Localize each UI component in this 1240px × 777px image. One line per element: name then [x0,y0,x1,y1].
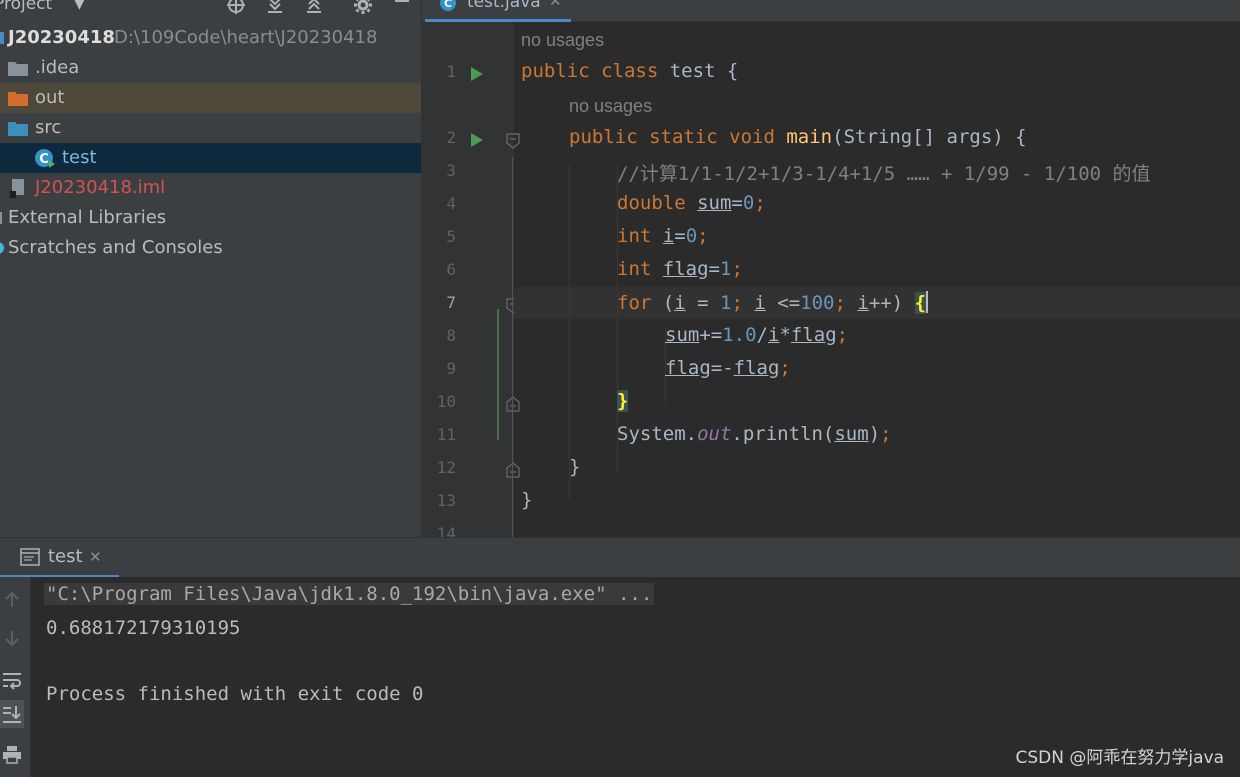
source-folder-icon [8,122,28,136]
tree-item-label: J20230418.iml [35,177,166,198]
expand-all-icon[interactable] [264,0,286,16]
code-line-2: public static void main(String[] args) { [569,126,1027,148]
print-icon [3,746,21,764]
tab-run-test[interactable]: test ✕ [0,538,119,578]
tab-test-java[interactable]: C test.java ✕ [425,0,571,22]
code-line-10: } [617,390,629,412]
console-command-line[interactable]: "C:\Program Files\Java\jdk1.8.0_192\bin\… [44,583,655,605]
tree-item-src[interactable]: src [0,113,421,143]
java-class-icon: C [35,149,55,168]
tree-item-out[interactable]: out [0,83,421,113]
gear-icon[interactable] [352,0,374,16]
tree-item-external-libraries[interactable]: External Libraries [0,203,421,233]
code-line-8: sum+=1.0/i*flag; [665,324,849,346]
console-output-line: 0.688172179310195 [46,617,241,639]
line-number: 3 [446,161,456,180]
svg-text:C: C [444,0,452,10]
tree-item-label: src [35,117,62,138]
code-editor: C test.java ✕ 1 2 3 4 5 6 7 8 9 10 11 12… [421,0,1240,537]
usage-hint[interactable]: no usages [569,96,652,117]
svg-text:C: C [39,152,49,167]
chevron-down-icon[interactable]: ▼ [74,0,85,12]
line-number: 10 [436,392,456,411]
csdn-watermark: CSDN @阿乖在努力学java [1015,748,1225,768]
code-line-4: double sum=0; [617,192,766,214]
soft-wrap-icon [3,673,21,690]
line-number: 12 [436,458,456,477]
console-icon [20,548,40,566]
run-gutter-icon[interactable] [470,132,484,148]
code-line-6: int flag=1; [617,258,743,280]
line-number: 14 [436,524,456,537]
code-line-11: System.out.println(sum); [617,423,892,445]
tree-item-test[interactable]: C test [0,143,421,173]
project-tool-window: Project ▼ J20230418 D:\109Code\heart\J20… [0,0,421,537]
soft-wrap-button[interactable] [0,666,24,694]
line-number: 8 [446,326,456,345]
print-button[interactable] [0,740,24,768]
editor-tab-strip: C test.java ✕ [422,0,1240,22]
collapse-all-icon[interactable] [303,0,325,16]
editor-gutter: 1 2 3 4 5 6 7 8 9 10 11 12 13 14 [422,22,520,537]
code-line-5: int i=0; [617,225,709,247]
tree-item-label: .idea [35,57,80,78]
run-toolbar [0,577,31,777]
line-number: 9 [446,359,456,378]
line-number: 2 [446,128,456,147]
line-number: 4 [446,194,456,213]
project-root-path: D:\109Code\heart\J20230418 [114,27,378,48]
arrow-up-icon [5,591,19,607]
project-title[interactable]: Project [0,0,52,14]
text-caret [926,291,929,313]
fold-guide [512,157,513,537]
arrow-down-icon [5,631,19,647]
console-exit-line: Process finished with exit code 0 [46,683,424,705]
tab-label: test.java [467,0,541,12]
usage-hint[interactable]: no usages [521,30,604,51]
up-stack-button[interactable] [0,585,24,613]
scroll-to-end-button[interactable] [0,700,24,728]
iml-file-icon [10,179,24,198]
java-class-icon: C [440,0,456,11]
run-header: test ✕ [0,537,1240,578]
scroll-to-end-icon [3,706,21,723]
tree-item-project-root[interactable]: J20230418 D:\109Code\heart\J20230418 [0,23,421,53]
down-stack-button[interactable] [0,625,24,653]
line-number: 11 [436,425,456,444]
tree-item-scratches[interactable]: Scratches and Consoles [0,233,421,263]
run-tool-window: test ✕ "C:\Program Files\Java\jdk1.8.0_1… [0,537,1240,777]
tree-item-label: External Libraries [8,207,167,228]
line-number: 6 [446,260,456,279]
run-tab-label: test [48,546,83,567]
code-line-9: flag=-flag; [665,357,791,379]
line-number: 13 [436,491,456,510]
project-header: Project ▼ [0,0,421,22]
code-line-13: } [521,489,533,511]
tree-item-idea[interactable]: .idea [0,53,421,83]
tree-item-label: test [62,147,97,168]
locate-icon[interactable] [225,0,247,16]
code-line-7: for (i = 1; i <=100; i++) { [617,291,929,314]
line-number: 5 [446,227,456,246]
line-number: 1 [446,62,456,81]
vcs-change-marker [497,309,499,440]
line-number-current: 7 [446,293,456,312]
code-line-12: } [569,456,581,478]
folder-icon [8,62,28,76]
code-line-1: public class test { [521,60,739,82]
close-icon[interactable]: ✕ [549,0,562,10]
code-area[interactable]: no usages public class test { no usages … [514,22,1240,537]
code-line-3-comment: //计算1/1-1/2+1/3-1/4+1/5 …… + 1/99 - 1/10… [617,163,1151,185]
tree-item-label: Scratches and Consoles [8,237,223,258]
tree-item-label: out [35,87,65,108]
run-gutter-icon[interactable] [470,66,484,82]
excluded-folder-icon [8,92,28,106]
minimize-icon[interactable] [391,0,413,16]
close-icon[interactable]: ✕ [89,548,102,566]
project-root-label: J20230418 [8,27,115,48]
indent-guide [569,164,570,500]
tree-item-iml[interactable]: J20230418.iml [0,173,421,203]
